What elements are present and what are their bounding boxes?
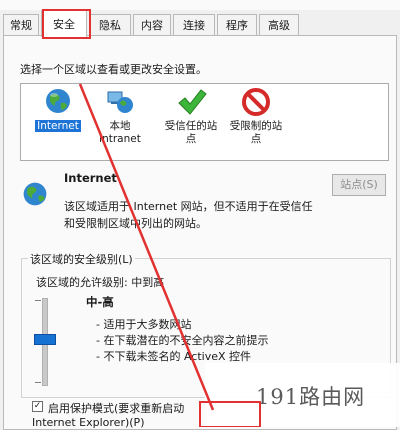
zone-instruction: 选择一个区域以查看或更改安全设置。 (20, 63, 207, 76)
zone-restricted-label: 受限制的站点 (229, 120, 283, 145)
zone-description-line1: 该区域适用于 Internet 网站，但不适用于在受信任 (64, 200, 313, 213)
tab-advanced[interactable]: 高级 (259, 14, 299, 35)
zone-description-line2: 和受限制区域中列出的网站。 (64, 217, 207, 230)
security-slider-thumb[interactable] (34, 334, 56, 345)
tab-privacy[interactable]: 隐私 (89, 14, 131, 35)
level-bullet: - 在下载潜在的不安全内容之前提示 (96, 334, 269, 347)
zone-title: Internet (64, 171, 117, 185)
tab-general[interactable]: 常规 (3, 14, 39, 35)
level-name: 中-高 (86, 295, 114, 309)
zone-trusted[interactable]: 受信任的站点 (154, 86, 228, 146)
slider-tick (35, 300, 41, 301)
sites-button[interactable]: 站点(S) (332, 174, 386, 196)
tab-programs[interactable]: 程序 (217, 14, 257, 35)
protected-mode-label-line2: Internet Explorer)(P) (32, 416, 145, 429)
zone-intranet[interactable]: 本地 intranet (83, 86, 157, 146)
globe-icon (46, 89, 70, 113)
globe-icon (23, 182, 47, 206)
allowed-level-label: 该区域的允许级别: 中到高 (36, 276, 165, 289)
slider-tick (35, 382, 41, 383)
level-bullet: - 适用于大多数网站 (96, 318, 192, 331)
tab-connections[interactable]: 连接 (173, 14, 215, 35)
zone-list: Internet 本地 intranet 受信任的站点 受限制的站点 (20, 83, 389, 161)
zone-intranet-label: 本地 intranet (99, 120, 141, 145)
zone-internet-label: Internet (35, 120, 81, 132)
checkmark-icon (178, 89, 207, 115)
no-entry-icon (242, 88, 270, 116)
intranet-icon (107, 91, 133, 113)
protected-mode-checkbox[interactable]: ✓ (32, 401, 43, 412)
level-bullet: - 不下载未签名的 ActiveX 控件 (96, 350, 252, 363)
protected-mode-label: 启用保护模式(要求重新启动 (48, 402, 185, 415)
tab-highlight-box (42, 9, 91, 39)
zone-trusted-label: 受信任的站点 (164, 120, 218, 145)
site-watermark: 191路由网 (256, 385, 366, 409)
zone-restricted[interactable]: 受限制的站点 (219, 86, 293, 146)
tab-content[interactable]: 内容 (133, 14, 171, 35)
security-level-title: 该区域的安全级别(L) (28, 251, 135, 267)
